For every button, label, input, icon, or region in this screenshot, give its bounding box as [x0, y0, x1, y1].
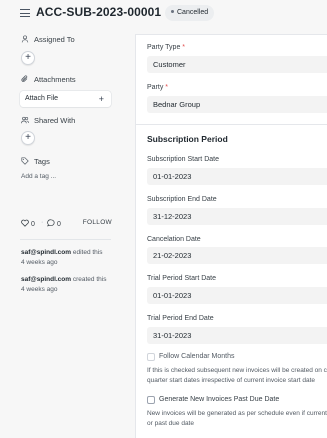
- like-count: 0: [30, 221, 35, 228]
- users-icon: [21, 116, 29, 124]
- assigned-to-label: Assigned To: [21, 35, 75, 44]
- generate-invoices-past-due-description: New invoices will be generated as per sc…: [147, 410, 327, 427]
- comment-count: 0: [56, 221, 61, 228]
- status-badge: Cancelled: [165, 5, 215, 21]
- plus-icon: +: [98, 94, 104, 104]
- activity-time: 4 weeks ago: [21, 286, 58, 293]
- attach-file-label: Attach File: [25, 95, 59, 102]
- tags-label: Tags: [21, 157, 50, 166]
- party-label: Party *: [147, 84, 168, 91]
- follow-calendar-months-label[interactable]: Follow Calendar Months: [159, 353, 234, 360]
- comment-icon: [47, 219, 55, 227]
- page-title: ACC-SUB-2023-00001: [36, 5, 162, 19]
- activity-user[interactable]: saf@spindl.com: [21, 249, 71, 256]
- follow-calendar-months-checkbox[interactable]: [147, 353, 155, 361]
- attachments-text: Attachments: [34, 75, 76, 84]
- section-divider: [136, 124, 327, 125]
- paperclip-icon: [21, 75, 28, 82]
- party-type-label-text: Party Type: [147, 44, 181, 51]
- attachments-label: Attachments: [21, 75, 76, 84]
- comment-button[interactable]: 0: [47, 219, 61, 228]
- activity-user[interactable]: saf@spindl.com: [21, 276, 71, 283]
- subscription-start-date-field[interactable]: 01-01-2023: [147, 168, 327, 185]
- follow-button[interactable]: FOLLOW: [83, 219, 112, 226]
- activity-action: created this: [72, 276, 107, 283]
- sidebar: Assigned To + Attachments Attach File + …: [0, 28, 132, 438]
- required-marker: *: [182, 44, 186, 51]
- subscription-start-date-label: Subscription Start Date: [147, 156, 219, 163]
- activity-time: 4 weeks ago: [21, 259, 58, 266]
- menu-icon[interactable]: [20, 9, 30, 18]
- like-button[interactable]: 0: [21, 219, 35, 228]
- tags-text: Tags: [34, 157, 50, 166]
- attach-file-button[interactable]: Attach File +: [20, 91, 111, 107]
- generate-invoices-past-due-checkbox[interactable]: [147, 396, 155, 404]
- subscription-end-date-field[interactable]: 31-12-2023: [147, 208, 327, 225]
- form-panel: Party Type * Customer Party * Bednar Gro…: [135, 34, 327, 438]
- page-header: ACC-SUB-2023-00001 Cancelled: [0, 0, 327, 28]
- party-label-text: Party: [147, 84, 164, 91]
- heart-icon: [21, 219, 29, 227]
- add-share-button[interactable]: +: [21, 131, 35, 145]
- trial-start-date-label: Trial Period Start Date: [147, 275, 216, 282]
- add-tag-link[interactable]: Add a tag ...: [21, 173, 56, 180]
- generate-invoices-past-due-label[interactable]: Generate New Invoices Past Due Date: [159, 396, 279, 403]
- status-text: Cancelled: [177, 9, 209, 16]
- activity-action: edited this: [72, 249, 103, 256]
- shared-with-label: Shared With: [21, 116, 75, 125]
- divider: [20, 239, 111, 240]
- section-title: Subscription Period: [147, 134, 228, 144]
- assigned-to-text: Assigned To: [34, 35, 75, 44]
- social-actions: 0 · 0 FOLLOW: [21, 219, 112, 229]
- cancelation-date-field[interactable]: 21-02-2023: [147, 247, 327, 264]
- cancelation-date-label: Cancelation Date: [147, 236, 201, 243]
- subscription-end-date-label: Subscription End Date: [147, 196, 217, 203]
- user-icon: [21, 35, 29, 43]
- separator-dot: ·: [41, 219, 44, 226]
- shared-with-text: Shared With: [34, 116, 76, 125]
- add-assignee-button[interactable]: +: [21, 51, 35, 65]
- status-dot-icon: [171, 10, 174, 14]
- tag-icon: [21, 157, 29, 165]
- party-type-label: Party Type *: [147, 44, 185, 51]
- required-marker: *: [165, 84, 169, 91]
- activity-item: saf@spindl.com edited this 4 weeks ago: [21, 248, 121, 268]
- trial-end-date-label: Trial Period End Date: [147, 315, 214, 322]
- trial-start-date-field[interactable]: 01-01-2023: [147, 287, 327, 304]
- trial-end-date-field[interactable]: 31-01-2023: [147, 327, 327, 344]
- follow-calendar-months-description: If this is checked subsequent new invoic…: [147, 367, 327, 384]
- party-type-select[interactable]: Customer: [147, 56, 327, 73]
- activity-item: saf@spindl.com created this 4 weeks ago: [21, 275, 121, 295]
- party-field[interactable]: Bednar Group: [147, 96, 327, 113]
